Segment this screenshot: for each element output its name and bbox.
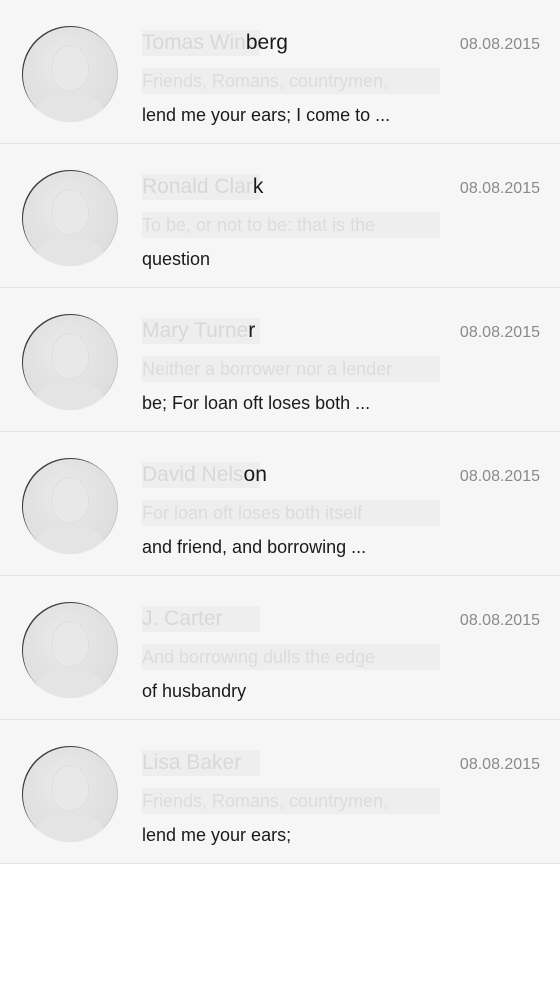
contact-name-faded: Tomas Win (142, 31, 246, 54)
conversation-row[interactable]: Mary Turner 08.08.2015 Neither a borrowe… (0, 288, 560, 432)
message-preview-line2: of husbandry (142, 681, 247, 701)
avatar (22, 26, 118, 122)
conversation-row[interactable]: Tomas Winberg 08.08.2015 Friends, Romans… (0, 0, 560, 144)
avatar (22, 746, 118, 842)
contact-name-visible: r (248, 319, 256, 342)
avatar (22, 458, 118, 554)
contact-name: Tomas Winberg (142, 30, 288, 56)
conversation-row[interactable]: Lisa Baker 08.08.2015 Friends, Romans, c… (0, 720, 560, 864)
contact-name-faded: J. Carter (142, 607, 223, 630)
message-date: 08.08.2015 (459, 756, 540, 773)
contact-name-visible: berg (245, 31, 288, 54)
contact-name-visible: k (252, 175, 264, 198)
conversation-row[interactable]: David Nelson 08.08.2015 For loan oft los… (0, 432, 560, 576)
contact-name: David Nelson (142, 462, 267, 488)
contact-name: J. Carter (142, 606, 223, 632)
message-preview-line1: And borrowing dulls the edge (142, 647, 376, 667)
message-preview-line2: question (142, 249, 211, 269)
conversation-list: Tomas Winberg 08.08.2015 Friends, Romans… (0, 0, 560, 1000)
conversation-row[interactable]: J. Carter 08.08.2015 And borrowing dulls… (0, 576, 560, 720)
contact-name-visible: on (243, 463, 267, 486)
message-date: 08.08.2015 (459, 324, 540, 341)
contact-name-faded: Lisa Baker (142, 751, 242, 774)
message-preview-line2: lend me your ears; (142, 825, 292, 845)
message-date: 08.08.2015 (459, 612, 540, 629)
message-date: 08.08.2015 (459, 468, 540, 485)
avatar (22, 602, 118, 698)
message-date: 08.08.2015 (459, 180, 540, 197)
message-date: 08.08.2015 (459, 36, 540, 53)
message-preview-line1: For loan oft loses both itself (142, 503, 363, 523)
message-preview-line1: Neither a borrower nor a lender (142, 359, 393, 379)
contact-name-faded: Mary Turne (142, 319, 249, 342)
message-preview-line2: lend me your ears; I come to ... (142, 105, 391, 125)
contact-name-faded: Ronald Clar (142, 175, 253, 198)
empty-area (0, 864, 560, 1000)
contact-name: Ronald Clark (142, 174, 263, 200)
message-preview-line1: Friends, Romans, countrymen, (142, 71, 389, 91)
message-preview-line2: be; For loan oft loses both ... (142, 393, 371, 413)
conversation-row[interactable]: Ronald Clark 08.08.2015 To be, or not to… (0, 144, 560, 288)
message-preview-line2: and friend, and borrowing ... (142, 537, 367, 557)
avatar (22, 170, 118, 266)
message-preview-line1: Friends, Romans, countrymen, (142, 791, 389, 811)
avatar (22, 314, 118, 410)
contact-name-faded: David Nels (142, 463, 244, 486)
contact-name: Lisa Baker (142, 750, 241, 776)
contact-name: Mary Turner (142, 318, 255, 344)
message-preview-line1: To be, or not to be: that is the (142, 215, 376, 235)
